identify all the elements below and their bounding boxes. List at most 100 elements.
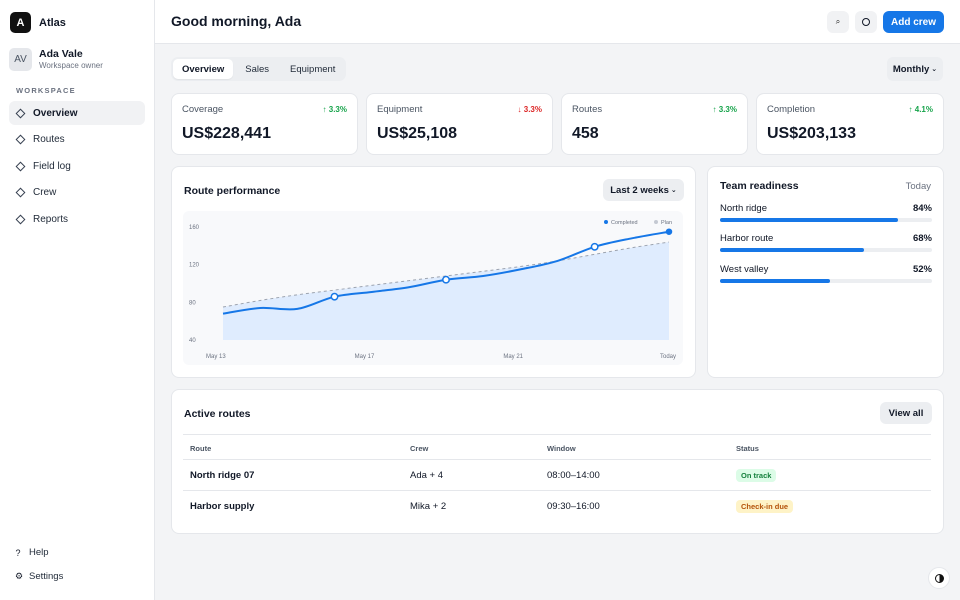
progress-fill — [720, 218, 899, 222]
data-point — [442, 275, 450, 284]
sidebar-item-label: Crew — [33, 187, 57, 199]
sidebar-item-field-log[interactable]: Field log — [9, 154, 145, 178]
period-select[interactable]: Monthly ⌄ — [887, 57, 943, 81]
kpi-label: Routes — [572, 104, 603, 115]
add-crew-button[interactable]: Add crew — [883, 11, 944, 33]
sidebar-item-label: Overview — [33, 107, 78, 119]
theme-toggle-button[interactable] — [928, 567, 950, 589]
card-subtitle: Today — [905, 181, 931, 192]
sidebar-item-reports[interactable]: Reports — [9, 207, 145, 231]
cell-crew: Ada + 4 — [410, 470, 444, 481]
user-profile[interactable]: AV Ada Vale Workspace owner — [9, 48, 103, 71]
diamond-icon — [15, 161, 26, 172]
diamond-icon — [15, 108, 26, 118]
legend-swatch — [604, 220, 608, 224]
tab-equipment[interactable]: Equipment — [281, 59, 344, 79]
notifications-button[interactable] — [855, 11, 877, 33]
period-select-value: Monthly — [892, 63, 930, 75]
progress-track — [720, 279, 932, 283]
view-all-button[interactable]: View all — [880, 402, 932, 424]
card-title: Team readiness — [720, 180, 799, 192]
section-label-workspace: WORKSPACE — [16, 86, 76, 95]
kpi-value: US$25,108 — [377, 125, 458, 142]
readiness-name: Harbor route — [720, 233, 774, 244]
team-readiness-card: Team readiness Today North ridge 84% Har… — [707, 166, 944, 378]
topbar: Good morning, Ada ⌕ Add crew — [155, 0, 960, 44]
readiness-name: West valley — [720, 264, 769, 275]
avatar: AV — [9, 48, 32, 71]
y-tick-label: 160 — [189, 225, 200, 231]
y-tick-label: 120 — [189, 263, 200, 269]
user-role: Workspace owner — [39, 61, 103, 70]
cell-window: 08:00–14:00 — [547, 470, 600, 481]
search-button[interactable]: ⌕ — [827, 11, 849, 33]
status-badge: Check-in due — [736, 500, 794, 513]
table-header: Route Crew Window Status — [183, 434, 931, 460]
sidebar-item-label: Routes — [33, 134, 65, 146]
help-label: Help — [29, 547, 49, 558]
table-row[interactable]: North ridge 07 Ada + 4 08:00–14:00 On tr… — [183, 460, 931, 491]
diamond-icon — [15, 134, 26, 145]
contrast-icon — [934, 573, 944, 583]
sidebar-nav: Overview Routes Field log Crew Reports — [9, 101, 145, 234]
legend-swatch — [654, 220, 658, 224]
settings-label: Settings — [29, 571, 64, 582]
column-header-window: Window — [547, 444, 576, 453]
data-point — [665, 228, 673, 235]
x-tick-label: May 13 — [206, 354, 226, 360]
table-row[interactable]: Harbor supply Mika + 2 09:30–16:00 Check… — [183, 491, 931, 522]
cell-route: Harbor supply — [190, 501, 255, 512]
help-link[interactable]: ? Help — [15, 547, 49, 558]
kpi-label: Equipment — [377, 104, 423, 115]
data-point — [590, 242, 599, 251]
kpi-label: Completion — [767, 104, 816, 115]
sidebar-item-label: Reports — [33, 213, 69, 225]
y-tick-label: 40 — [189, 338, 196, 344]
tab-overview[interactable]: Overview — [173, 59, 234, 79]
kpi-card-coverage: Coverage ↑ 3.3% US$228,441 — [171, 93, 358, 155]
brand-name: Atlas — [39, 16, 66, 29]
status-badge: On track — [736, 469, 777, 482]
legend-label: Completed — [611, 220, 638, 226]
active-routes-table: Route Crew Window Status North ridge 07 … — [183, 434, 931, 522]
search-icon: ⌕ — [835, 17, 841, 26]
kpi-card-routes: Routes ↑ 3.3% 458 — [561, 93, 748, 155]
progress-fill — [720, 248, 865, 252]
range-select[interactable]: Last 2 weeks ⌄ — [603, 179, 684, 201]
view-tabs: Overview Sales Equipment — [171, 57, 347, 81]
card-title: Active routes — [184, 408, 251, 420]
cell-crew: Mika + 2 — [410, 501, 447, 512]
user-name: Ada Vale — [39, 48, 83, 60]
kpi-card-equipment: Equipment ↓ 3.3% US$25,108 — [366, 93, 553, 155]
cell-route: North ridge 07 — [190, 470, 255, 481]
progress-track — [720, 248, 932, 252]
progress-fill — [720, 279, 831, 283]
readiness-percent: 84% — [912, 203, 932, 214]
brand[interactable]: A Atlas — [10, 12, 66, 33]
column-header-status: Status — [736, 444, 759, 453]
circle-icon — [862, 18, 870, 26]
sidebar: A Atlas AV Ada Vale Workspace owner WORK… — [0, 0, 155, 600]
chart-svg: 160 120 80 40 May 13 May 17 May 21 Today Complet… — [189, 220, 676, 360]
x-tick-label: May 21 — [503, 354, 523, 360]
page-title: Good morning, Ada — [171, 13, 302, 29]
readiness-percent: 52% — [912, 264, 932, 275]
kpi-delta: ↑ 3.3% — [322, 105, 347, 114]
data-point — [330, 292, 339, 301]
legend-label: Plan — [661, 220, 672, 226]
diamond-icon — [15, 214, 26, 225]
route-performance-chart: 160 120 80 40 May 13 May 17 May 21 Today Complet… — [183, 211, 683, 365]
readiness-name: North ridge — [720, 203, 767, 214]
column-header-route: Route — [190, 444, 212, 453]
gear-icon: ⚙ — [15, 571, 24, 581]
tab-sales[interactable]: Sales — [236, 59, 278, 79]
x-tick-label: May 17 — [355, 354, 375, 360]
sidebar-item-routes[interactable]: Routes — [9, 128, 145, 152]
kpi-value: 458 — [572, 125, 599, 142]
sidebar-item-overview[interactable]: Overview — [9, 101, 145, 125]
kpi-delta: ↑ 4.1% — [908, 105, 933, 114]
sidebar-item-label: Field log — [33, 160, 71, 172]
chevron-down-icon: ⌄ — [670, 187, 677, 194]
settings-link[interactable]: ⚙ Settings — [15, 571, 63, 582]
sidebar-item-crew[interactable]: Crew — [9, 181, 145, 205]
